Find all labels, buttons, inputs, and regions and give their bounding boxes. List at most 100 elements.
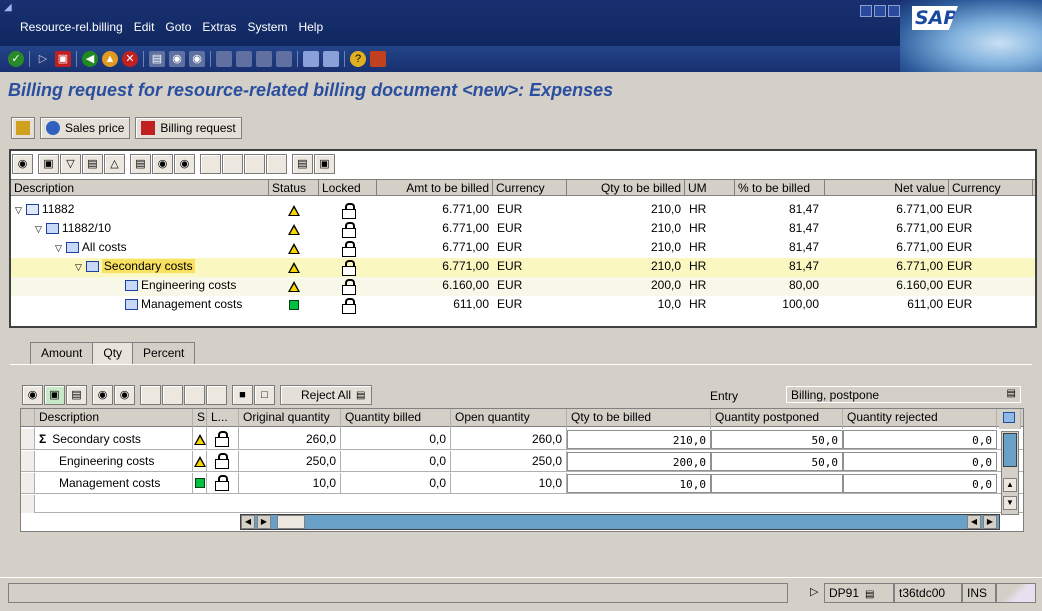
- print-icon[interactable]: ▤: [149, 51, 165, 67]
- tree-row[interactable]: ▽ 11882/10 6.771,00 EUR 210,0 HR 81,47 6.…: [11, 220, 1035, 239]
- col-quantity-postponed[interactable]: Quantity postponed: [711, 409, 843, 429]
- column-icon[interactable]: ▣: [314, 154, 335, 174]
- save-icon[interactable]: ▣: [55, 51, 71, 67]
- find-icon[interactable]: ◉: [152, 154, 173, 174]
- tree-row[interactable]: ▽ All costs 6.771,00 EUR 210,0 HR 81,47 6…: [11, 239, 1035, 258]
- menu-system[interactable]: System: [247, 20, 287, 34]
- command-field-icon[interactable]: ▷: [35, 51, 51, 67]
- details-icon[interactable]: ◉: [12, 154, 33, 174]
- next-page-icon[interactable]: [184, 385, 205, 405]
- sales-price-button[interactable]: Sales price: [40, 117, 131, 139]
- billing-request-button[interactable]: Billing request: [135, 117, 242, 139]
- col-open-quantity[interactable]: Open quantity: [451, 409, 567, 429]
- col-qty-to-be-billed[interactable]: Qty to be billed: [567, 180, 685, 196]
- next-page-icon[interactable]: [244, 154, 265, 174]
- find-icon[interactable]: ◉: [169, 51, 185, 67]
- first-page-icon[interactable]: [140, 385, 161, 405]
- previous-page-icon[interactable]: [162, 385, 183, 405]
- first-page-icon[interactable]: [200, 154, 221, 174]
- qty-to-bill-input[interactable]: 210,0: [567, 430, 711, 449]
- tree-row[interactable]: ▽ 11882 6.771,00 EUR 210,0 HR 81,47 6.771…: [11, 201, 1035, 220]
- table-row[interactable]: Σ Secondary costs 260,0 0,0 260,0 210,0 5…: [21, 429, 1023, 450]
- select-all-icon[interactable]: ▣: [44, 385, 65, 405]
- exit-icon[interactable]: ▲: [102, 51, 118, 67]
- print-icon[interactable]: ▤: [130, 154, 151, 174]
- col-quantity-billed[interactable]: Quantity billed: [341, 409, 451, 429]
- row-selector[interactable]: [21, 495, 35, 513]
- unlock-icon[interactable]: [342, 279, 356, 295]
- qty-to-bill-input[interactable]: 200,0: [567, 452, 711, 471]
- entry-dropdown[interactable]: Billing, postpone ▤: [786, 386, 1021, 403]
- maximize-icon[interactable]: [874, 5, 886, 17]
- scroll-right-icon[interactable]: ▶: [983, 515, 997, 529]
- last-page-icon[interactable]: [266, 154, 287, 174]
- scroll-right-icon[interactable]: ▶: [257, 515, 271, 529]
- last-page-icon[interactable]: [206, 385, 227, 405]
- find-next-icon[interactable]: ◉: [174, 154, 195, 174]
- find-next-icon[interactable]: ◉: [114, 385, 135, 405]
- filter-icon[interactable]: ▽: [60, 154, 81, 174]
- sort-up-icon[interactable]: △: [104, 154, 125, 174]
- qty-postponed-input[interactable]: 50,0: [711, 452, 843, 471]
- shortcut-icon[interactable]: [323, 51, 339, 67]
- qty-postponed-input[interactable]: 50,0: [711, 430, 843, 449]
- col-description[interactable]: Description: [35, 409, 193, 429]
- unlock-icon[interactable]: [215, 475, 229, 491]
- previous-page-icon[interactable]: [222, 154, 243, 174]
- table-row[interactable]: Management costs 10,0 0,0 10,0 10,0 0,0: [21, 473, 1023, 494]
- unlock-icon[interactable]: [342, 241, 356, 257]
- col-amt-to-be-billed[interactable]: Amt to be billed: [377, 180, 493, 196]
- col-pct-to-be-billed[interactable]: % to be billed: [735, 180, 825, 196]
- scroll-left-icon[interactable]: ◀: [241, 515, 255, 529]
- next-page-icon[interactable]: [256, 51, 272, 67]
- row-selector[interactable]: [21, 429, 35, 449]
- tab-percent[interactable]: Percent: [132, 342, 196, 364]
- table-row-empty[interactable]: [21, 495, 1023, 513]
- minimize-icon[interactable]: [860, 5, 872, 17]
- hierarchy-button[interactable]: [11, 117, 35, 139]
- unlock-icon[interactable]: [342, 298, 356, 314]
- col-description[interactable]: Description: [11, 180, 269, 196]
- row-selector[interactable]: [21, 473, 35, 493]
- scrollbar-thumb[interactable]: [277, 515, 305, 529]
- unlock-icon[interactable]: [215, 431, 229, 447]
- expand-arrow-icon[interactable]: ▽: [55, 243, 62, 253]
- scrollbar-thumb[interactable]: [1003, 433, 1017, 467]
- lock-icon[interactable]: ■: [232, 385, 253, 405]
- col-qty-to-be-billed[interactable]: Qty to be billed: [567, 409, 711, 429]
- col-currency[interactable]: Currency: [493, 180, 567, 196]
- menu-extras[interactable]: Extras: [202, 20, 236, 34]
- col-locked[interactable]: L...: [207, 409, 239, 429]
- enter-icon[interactable]: ✓: [8, 51, 24, 67]
- list-icon[interactable]: ▤: [865, 589, 874, 600]
- resize-grip[interactable]: [996, 583, 1036, 603]
- layout-icon[interactable]: ▤: [292, 154, 313, 174]
- expand-arrow-icon[interactable]: ▽: [75, 262, 82, 272]
- unlock-icon[interactable]: □: [254, 385, 275, 405]
- col-quantity-rejected[interactable]: Quantity rejected: [843, 409, 997, 429]
- qty-rejected-input[interactable]: 0,0: [843, 430, 997, 449]
- collapse-icon[interactable]: ▤: [82, 154, 103, 174]
- expand-arrow-icon[interactable]: ▽: [15, 205, 22, 215]
- col-net-currency[interactable]: Currency: [949, 180, 1033, 196]
- status-arrow-icon[interactable]: ▷: [810, 585, 818, 598]
- col-original-quantity[interactable]: Original quantity: [239, 409, 341, 429]
- unlock-icon[interactable]: [215, 453, 229, 469]
- vertical-scrollbar[interactable]: ▲ ▼: [1001, 431, 1019, 515]
- row-selector-header[interactable]: [21, 409, 35, 429]
- expand-arrow-icon[interactable]: ▽: [35, 224, 42, 234]
- menu-goto[interactable]: Goto: [165, 20, 191, 34]
- system-menu-icon[interactable]: ◢: [4, 3, 14, 13]
- find-icon[interactable]: ◉: [92, 385, 113, 405]
- col-net-value[interactable]: Net value: [825, 180, 949, 196]
- qty-postponed-input[interactable]: [711, 474, 843, 493]
- cancel-icon[interactable]: ✕: [122, 51, 138, 67]
- qty-rejected-input[interactable]: 0,0: [843, 474, 997, 493]
- col-locked[interactable]: Locked: [319, 180, 377, 196]
- horizontal-scrollbar[interactable]: ◀ ▶ ◀ ▶: [240, 514, 1000, 530]
- col-status[interactable]: S: [193, 409, 207, 429]
- menu-edit[interactable]: Edit: [134, 20, 155, 34]
- first-page-icon[interactable]: [216, 51, 232, 67]
- tree-row[interactable]: Engineering costs 6.160,00 EUR 200,0 HR …: [11, 277, 1035, 296]
- column-settings-icon[interactable]: [999, 409, 1021, 429]
